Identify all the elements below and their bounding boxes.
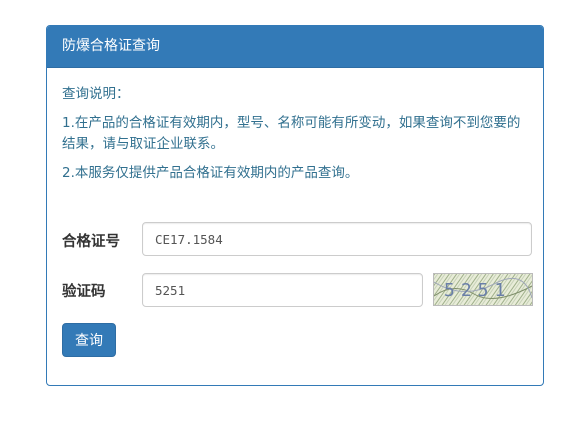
- verify-code-label: 验证码: [62, 284, 106, 300]
- notice-item-1: 1.在产品的合格证有效期内，型号、名称可能有所变动，如果查询不到您要的结果，请与…: [62, 115, 521, 152]
- captcha-image[interactable]: 5251: [433, 273, 533, 306]
- cert-number-label: 合格证号: [62, 234, 120, 250]
- notice-heading: 查询说明：: [62, 86, 130, 102]
- captcha-text: 5251: [444, 280, 511, 301]
- query-panel: 防爆合格证查询 查询说明： 1.在产品的合格证有效期内，型号、名称可能有所变动，…: [46, 25, 544, 386]
- cert-number-input[interactable]: [142, 222, 532, 256]
- panel-title: 防爆合格证查询: [47, 26, 543, 68]
- notice-item-2: 2.本服务仅提供产品合格证有效期内的产品查询。: [62, 165, 359, 181]
- verify-code-input[interactable]: [142, 273, 423, 307]
- query-button[interactable]: 查询: [62, 323, 116, 357]
